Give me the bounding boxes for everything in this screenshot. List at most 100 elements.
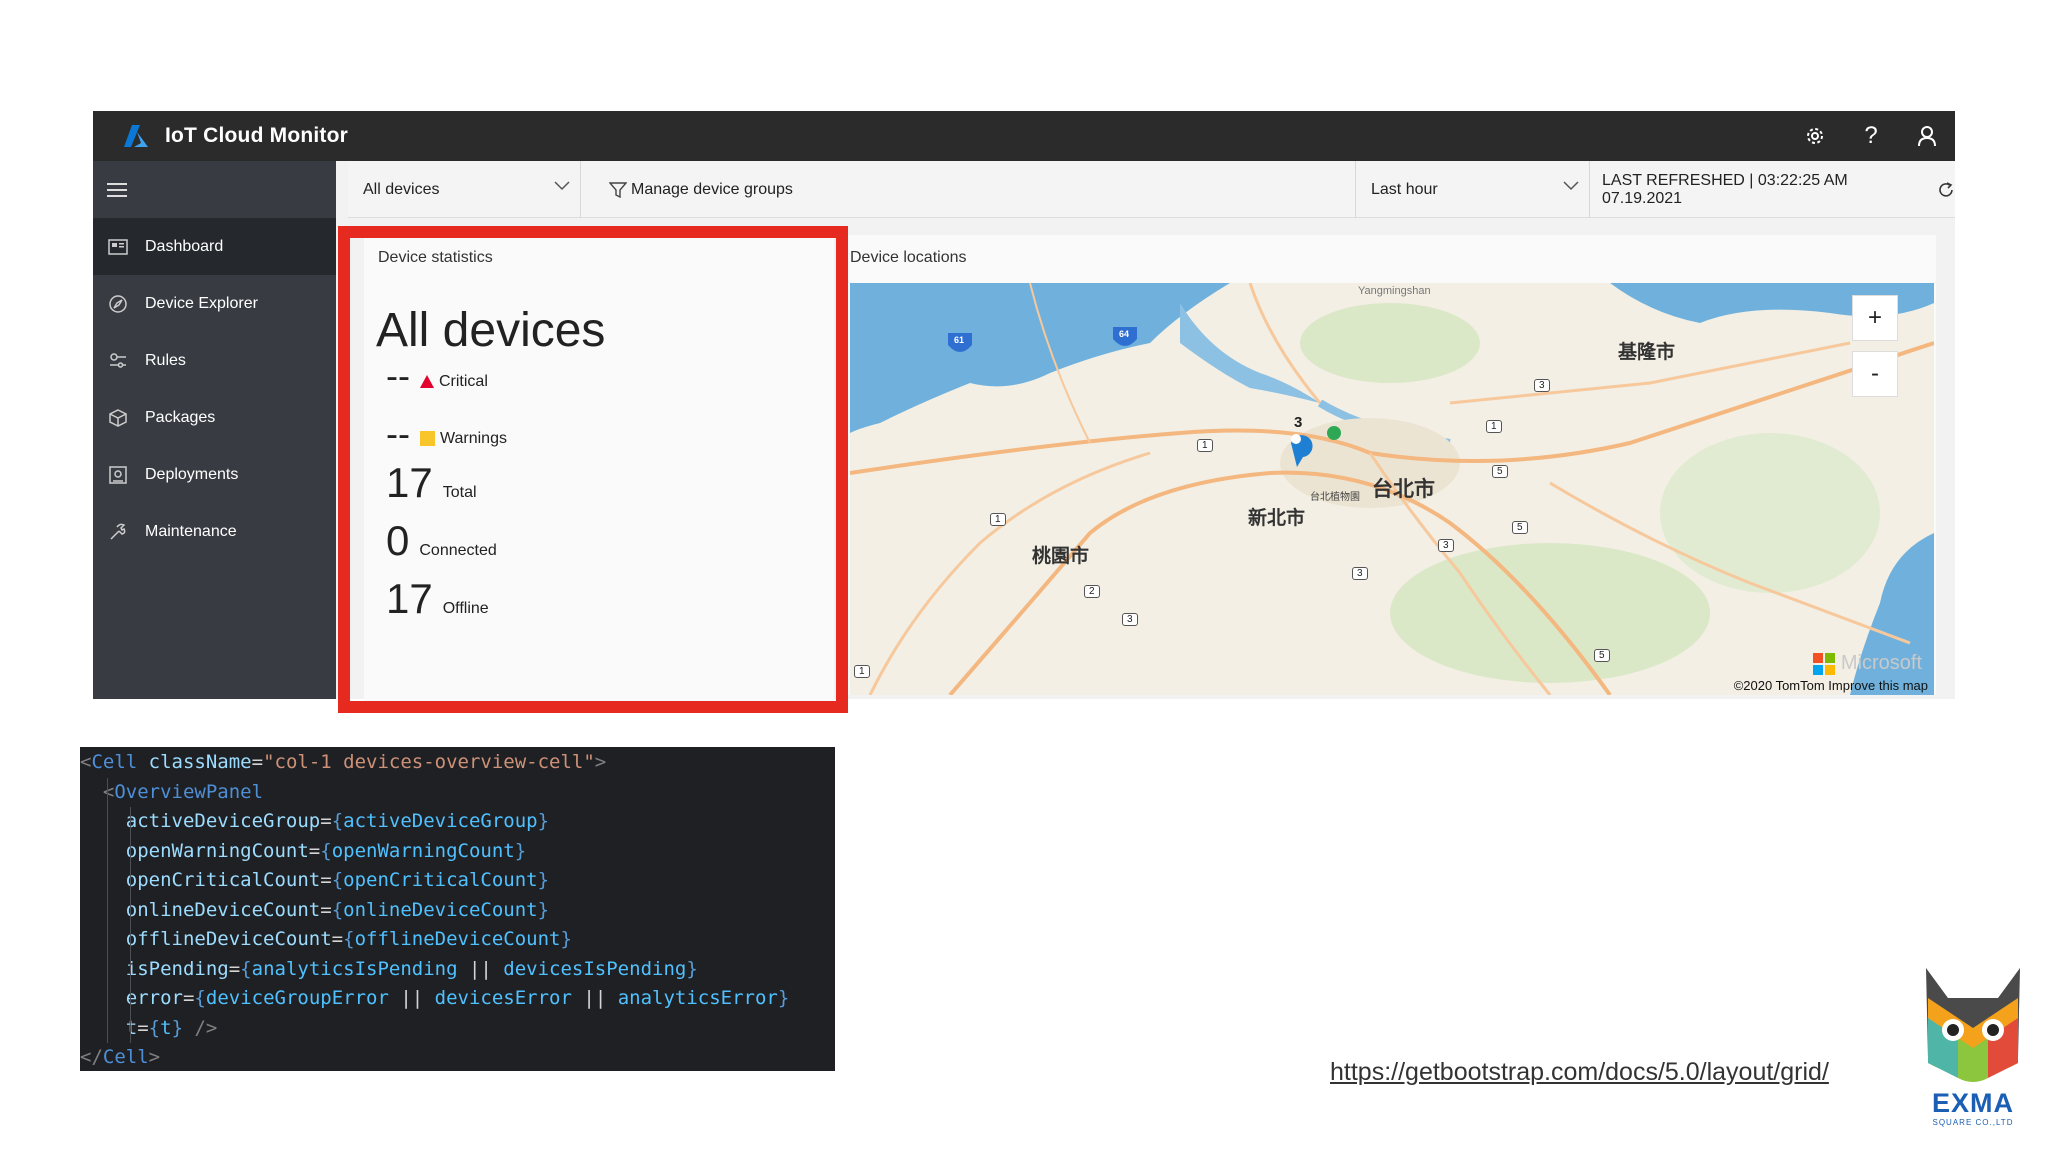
code-token: < bbox=[102, 780, 115, 803]
sidebar-item-maintenance[interactable]: Maintenance bbox=[93, 503, 336, 560]
road-shield-61: 61 bbox=[954, 335, 965, 345]
hamburger-menu-icon[interactable] bbox=[93, 161, 336, 218]
code-token: || bbox=[571, 987, 618, 1009]
indent-guide bbox=[106, 954, 108, 984]
code-token: { bbox=[194, 987, 206, 1009]
code-token: } bbox=[171, 1016, 184, 1039]
map-copyright[interactable]: ©2020 TomTom Improve this map bbox=[1734, 678, 1928, 693]
code-token: { bbox=[331, 869, 344, 891]
code-token: isPending bbox=[125, 957, 229, 980]
code-token: openWarningCount bbox=[125, 839, 309, 862]
device-locations-panel: Device locations Yangmingshan 61 64 基隆市 … bbox=[848, 235, 1936, 695]
sidebar-item-deployments[interactable]: Deployments bbox=[93, 446, 336, 503]
road-marker: 1 bbox=[990, 513, 1006, 526]
road-marker: 1 bbox=[854, 665, 870, 678]
indent-guide bbox=[106, 836, 108, 866]
indent-guide bbox=[106, 895, 108, 925]
road-marker: 1 bbox=[1197, 439, 1213, 452]
gear-icon[interactable] bbox=[1787, 111, 1843, 161]
device-group-value: All devices bbox=[363, 180, 440, 198]
code-token: t bbox=[160, 1016, 172, 1039]
sidebar-item-dashboard[interactable]: Dashboard bbox=[93, 218, 336, 275]
code-token: > bbox=[594, 751, 607, 773]
code-token: { bbox=[148, 1016, 161, 1039]
explorer-icon bbox=[107, 293, 129, 315]
deployment-icon bbox=[107, 464, 129, 486]
code-token: = bbox=[331, 928, 344, 950]
zoom-in-button[interactable]: + bbox=[1852, 295, 1898, 341]
sidebar-item-label: Packages bbox=[145, 408, 216, 426]
map-label-mountain: Yangmingshan bbox=[1358, 285, 1431, 297]
code-token: || bbox=[388, 987, 435, 1009]
road-marker: 3 bbox=[1438, 539, 1454, 552]
indent-guide bbox=[129, 895, 131, 925]
help-icon[interactable]: ? bbox=[1843, 111, 1899, 161]
code-line: isPending={analyticsIsPending || devices… bbox=[80, 954, 835, 984]
sidebar-item-label: Dashboard bbox=[145, 237, 224, 255]
sidebar-item-device-explorer[interactable]: Device Explorer bbox=[93, 275, 336, 332]
sidebar-item-packages[interactable]: Packages bbox=[93, 389, 336, 446]
code-token: error bbox=[125, 987, 183, 1009]
map-label-taoyuan: 桃園市 bbox=[1032, 546, 1090, 567]
rules-icon bbox=[107, 350, 129, 372]
indent-guide bbox=[106, 984, 108, 1014]
code-line: openCriticalCount={openCriticalCount} bbox=[80, 866, 835, 896]
code-token: = bbox=[308, 839, 321, 862]
code-token: analyticsIsPending bbox=[251, 957, 458, 980]
indent-guide bbox=[129, 954, 131, 984]
zoom-out-button[interactable]: - bbox=[1852, 351, 1898, 397]
manage-device-groups-button[interactable]: Manage device groups bbox=[581, 161, 1356, 218]
device-group-select[interactable]: All devices bbox=[348, 161, 581, 218]
top-bar: IoT Cloud Monitor ? bbox=[93, 111, 1955, 161]
bootstrap-grid-link[interactable]: https://getbootstrap.com/docs/5.0/layout… bbox=[1330, 1058, 1829, 1087]
maintenance-icon bbox=[107, 521, 129, 543]
map-label-keelung: 基隆市 bbox=[1618, 342, 1676, 363]
code-line: <OverviewPanel bbox=[80, 777, 835, 807]
code-token: analyticsError bbox=[617, 987, 778, 1009]
time-range-select[interactable]: Last hour bbox=[1356, 161, 1590, 218]
filter-bar: All devices Manage device groups Last ho… bbox=[348, 161, 1955, 218]
road-shield-64: 64 bbox=[1119, 329, 1130, 339]
code-token: OverviewPanel bbox=[114, 780, 264, 803]
map[interactable]: Yangmingshan 61 64 基隆市 台北市 新北市 桃園市 台北植物園… bbox=[850, 283, 1934, 695]
map-label-zoo: 台北植物園 bbox=[1310, 492, 1360, 503]
code-token: } bbox=[537, 810, 550, 832]
panel-title: Device locations bbox=[850, 249, 967, 266]
road-marker: 1 bbox=[1486, 420, 1502, 433]
code-token: className bbox=[137, 751, 252, 773]
chevron-down-icon bbox=[554, 181, 570, 191]
code-line: onlineDeviceCount={onlineDeviceCount} bbox=[80, 895, 835, 925]
code-token: deviceGroupError bbox=[205, 987, 389, 1009]
user-icon[interactable] bbox=[1899, 111, 1955, 161]
refresh-icon[interactable] bbox=[1937, 181, 1955, 199]
top-icons: ? bbox=[1787, 111, 1955, 161]
last-refreshed: LAST REFRESHED | 03:22:25 AM 07.19.2021 bbox=[1590, 161, 1955, 218]
sidebar-item-rules[interactable]: Rules bbox=[93, 332, 336, 389]
code-token: = bbox=[137, 1016, 149, 1039]
microsoft-logo: Microsoft bbox=[1812, 652, 1922, 675]
code-token: { bbox=[240, 957, 252, 980]
code-line: openWarningCount={openWarningCount} bbox=[80, 836, 835, 866]
code-token: t bbox=[125, 1016, 138, 1039]
sidebar-item-label: Device Explorer bbox=[145, 294, 258, 312]
sidebar-item-label: Maintenance bbox=[145, 522, 237, 540]
indent-guide bbox=[129, 807, 131, 837]
code-token: > bbox=[148, 1046, 161, 1068]
code-line: </Cell> bbox=[80, 1043, 835, 1071]
map-cluster-count[interactable]: 3 bbox=[1294, 414, 1302, 431]
code-token: onlineDeviceCount bbox=[125, 898, 321, 921]
code-token: < bbox=[80, 751, 92, 773]
chevron-down-icon bbox=[1563, 181, 1579, 191]
code-token: devicesIsPending bbox=[503, 957, 687, 980]
code-token: = bbox=[320, 898, 332, 921]
code-token: devicesError bbox=[434, 987, 572, 1009]
code-token: || bbox=[457, 957, 504, 980]
code-token: activeDeviceGroup bbox=[125, 810, 321, 832]
code-token: { bbox=[343, 928, 355, 950]
app-title: IoT Cloud Monitor bbox=[165, 124, 349, 147]
